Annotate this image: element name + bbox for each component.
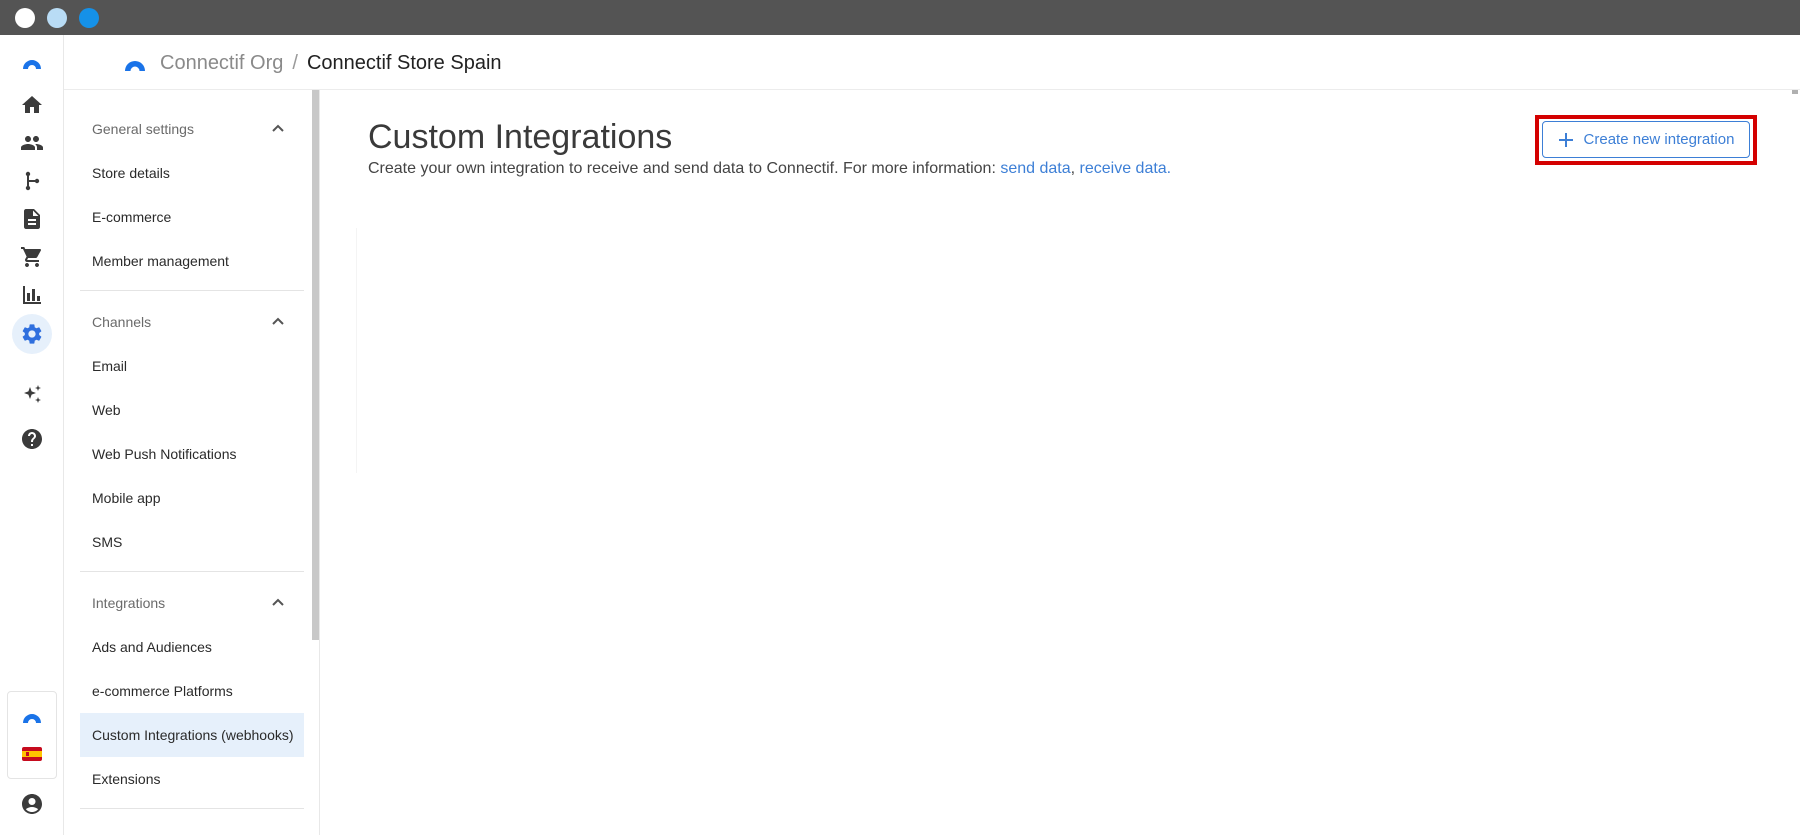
sidebar-item-e-commerce[interactable]: E-commerce [80, 195, 304, 239]
settings-sidebar: General settings Store details E-commerc… [64, 90, 320, 835]
integrations-list-placeholder [356, 228, 364, 473]
sparkle-icon[interactable] [12, 375, 52, 415]
sidebar-item-mobile-app[interactable]: Mobile app [80, 476, 304, 520]
workflow-icon[interactable] [12, 161, 52, 201]
window-minimize-button[interactable] [47, 8, 67, 28]
section-divider [80, 290, 304, 291]
window-close-button[interactable] [15, 8, 35, 28]
section-divider [80, 571, 304, 572]
create-button-label: Create new integration [1583, 131, 1735, 148]
sidebar-item-e-commerce-platforms[interactable]: e-commerce Platforms [80, 669, 304, 713]
send-data-link[interactable]: send data [1000, 160, 1070, 177]
breadcrumb-separator: / [292, 51, 298, 74]
main-content: Custom Integrations Create your own inte… [320, 90, 1800, 835]
window-maximize-button[interactable] [79, 8, 99, 28]
section-header-integrations[interactable]: Integrations [92, 595, 165, 611]
account-icon[interactable] [12, 784, 52, 824]
sidebar-item-extensions[interactable]: Extensions [80, 757, 304, 801]
link-separator: , [1070, 160, 1080, 177]
chevron-up-icon[interactable] [270, 595, 286, 611]
bar-chart-icon[interactable] [12, 275, 52, 315]
connectif-logo-icon [125, 61, 145, 71]
sidebar-item-custom-integrations[interactable]: Custom Integrations (webhooks) [80, 713, 304, 757]
sidebar-item-web[interactable]: Web [80, 388, 304, 432]
window-titlebar [0, 0, 1800, 35]
create-new-integration-button[interactable]: Create new integration [1542, 121, 1750, 158]
page-scrollbar[interactable] [1792, 90, 1798, 94]
sidebar-item-email[interactable]: Email [80, 344, 304, 388]
page-title: Custom Integrations [368, 118, 673, 156]
sidebar-scrollbar[interactable] [312, 90, 319, 640]
plus-icon [1558, 132, 1573, 147]
people-icon[interactable] [12, 123, 52, 163]
breadcrumb: Connectif Org / Connectif Store Spain [120, 51, 502, 75]
breadcrumb-org[interactable]: Connectif Org [160, 52, 283, 75]
sidebar-item-member-management[interactable]: Member management [80, 239, 304, 283]
connectif-store-icon[interactable] [12, 695, 52, 735]
sidebar-item-sms[interactable]: SMS [80, 520, 304, 564]
section-header-general-settings[interactable]: General settings [92, 121, 194, 137]
cart-icon[interactable] [12, 237, 52, 277]
sidebar-item-web-push-notifications[interactable]: Web Push Notifications [80, 432, 304, 476]
chevron-up-icon[interactable] [270, 314, 286, 330]
breadcrumb-store[interactable]: Connectif Store Spain [307, 52, 502, 75]
icon-rail [0, 35, 64, 835]
top-header: Connectif Org / Connectif Store Spain [64, 35, 1800, 90]
settings-icon[interactable] [12, 314, 52, 354]
document-icon[interactable] [12, 199, 52, 239]
description-text: Create your own integration to receive a… [368, 160, 1001, 177]
page-description: Create your own integration to receive a… [368, 160, 1171, 178]
home-icon[interactable] [12, 85, 52, 125]
sidebar-item-store-details[interactable]: Store details [80, 151, 304, 195]
section-header-channels[interactable]: Channels [92, 314, 151, 330]
chevron-up-icon[interactable] [270, 121, 286, 137]
sidebar-item-ads-and-audiences[interactable]: Ads and Audiences [80, 625, 304, 669]
section-divider [80, 808, 304, 809]
connectif-logo-icon[interactable] [12, 41, 52, 81]
spain-flag-icon[interactable] [12, 734, 52, 774]
help-icon[interactable] [12, 419, 52, 459]
receive-data-link[interactable]: receive data. [1080, 160, 1172, 177]
